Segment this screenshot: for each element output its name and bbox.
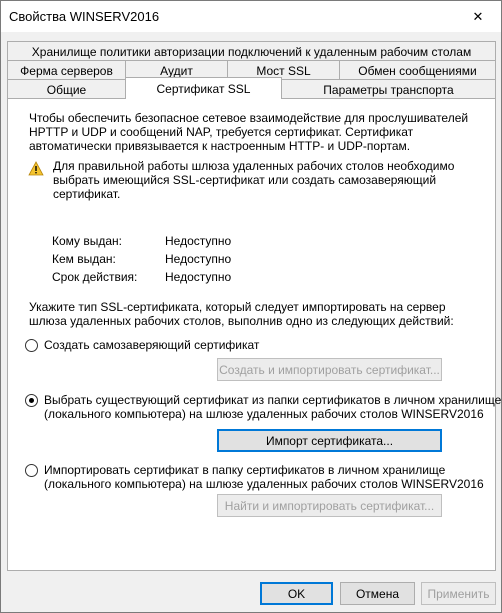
- tab-label: Аудит: [160, 63, 193, 78]
- instruction-line-1: Укажите тип SSL-сертификата, который сле…: [29, 300, 446, 314]
- intro-line-2: HPTTP и UDP и сообщений NAP, требуется с…: [29, 125, 414, 139]
- close-icon: ✕: [472, 8, 484, 24]
- intro-line-1: Чтобы обеспечить безопасное сетевое взаи…: [29, 111, 469, 125]
- tab-messaging[interactable]: Обмен сообщениями: [339, 60, 496, 80]
- radio-create-self-signed[interactable]: [25, 339, 38, 352]
- button-label: Импорт сертификата...: [265, 433, 394, 448]
- tab-label: Общие: [46, 82, 87, 97]
- close-button[interactable]: ✕: [455, 1, 501, 32]
- radio-selected-dot: [29, 398, 34, 403]
- warning-line-2: выбрать имеющийся SSL-сертификат или соз…: [53, 173, 437, 187]
- warning-icon: [28, 161, 44, 176]
- button-label: Создать и импортировать сертификат...: [219, 362, 440, 377]
- expiration-value: Недоступно: [165, 270, 232, 284]
- radio-import-to-store[interactable]: [25, 464, 38, 477]
- create-import-certificate-button[interactable]: Создать и импортировать сертификат...: [217, 358, 442, 381]
- warning-line-3: сертификат.: [53, 187, 121, 201]
- button-label: Отмена: [355, 586, 400, 601]
- button-label: Найти и импортировать сертификат...: [224, 498, 435, 513]
- tab-server-farm[interactable]: Ферма серверов: [7, 60, 126, 80]
- issued-by-value: Недоступно: [165, 252, 232, 266]
- option-create-self-signed-label[interactable]: Создать самозаверяющий сертификат: [44, 338, 259, 353]
- intro-line-3: автоматически привязывается к настроенны…: [29, 139, 411, 153]
- tab-transport-settings[interactable]: Параметры транспорта: [281, 79, 496, 99]
- import-certificate-button[interactable]: Импорт сертификата...: [217, 429, 442, 452]
- button-label: OK: [287, 586, 306, 601]
- window-title: Свойства WINSERV2016: [9, 9, 160, 24]
- tab-general[interactable]: Общие: [7, 79, 126, 99]
- ok-button[interactable]: OK: [260, 582, 333, 605]
- option-select-existing-label-2[interactable]: (локального компьютера) на шлюзе удаленн…: [44, 407, 484, 422]
- tab-label: Хранилище политики авторизации подключен…: [31, 44, 472, 59]
- issued-by-label: Кем выдан:: [52, 252, 116, 266]
- tab-label: Сертификат SSL: [156, 81, 251, 96]
- radio-select-existing[interactable]: [25, 394, 38, 407]
- title-bar: Свойства WINSERV2016 ✕: [1, 1, 501, 32]
- expiration-label: Срок действия:: [52, 270, 138, 284]
- issued-to-value: Недоступно: [165, 234, 232, 248]
- tab-label: Мост SSL: [256, 63, 311, 78]
- tab-ssl-certificate[interactable]: Сертификат SSL: [125, 77, 282, 99]
- cancel-button[interactable]: Отмена: [340, 582, 415, 605]
- option-import-to-store-label-1[interactable]: Импортировать сертификат в папку сертифи…: [44, 463, 445, 478]
- tab-rap-store[interactable]: Хранилище политики авторизации подключен…: [7, 41, 496, 61]
- warning-line-1: Для правильной работы шлюза удаленных ра…: [53, 159, 455, 173]
- instruction-line-2: шлюза удаленных рабочих столов, выполнив…: [29, 314, 454, 328]
- apply-button[interactable]: Применить: [421, 582, 496, 605]
- option-import-to-store-label-2[interactable]: (локального компьютера) на шлюзе удаленн…: [44, 477, 484, 492]
- issued-to-label: Кому выдан:: [52, 234, 123, 248]
- tab-label: Обмен сообщениями: [358, 63, 477, 78]
- tab-label: Параметры транспорта: [323, 82, 454, 97]
- properties-dialog: Свойства WINSERV2016 ✕ Хранилище политик…: [0, 0, 502, 613]
- tab-label: Ферма серверов: [20, 63, 113, 78]
- option-select-existing-label-1[interactable]: Выбрать существующий сертификат из папки…: [44, 393, 501, 408]
- find-import-certificate-button[interactable]: Найти и импортировать сертификат...: [217, 494, 442, 517]
- ssl-certificate-panel: Чтобы обеспечить безопасное сетевое взаи…: [7, 98, 501, 571]
- button-label: Применить: [427, 586, 490, 601]
